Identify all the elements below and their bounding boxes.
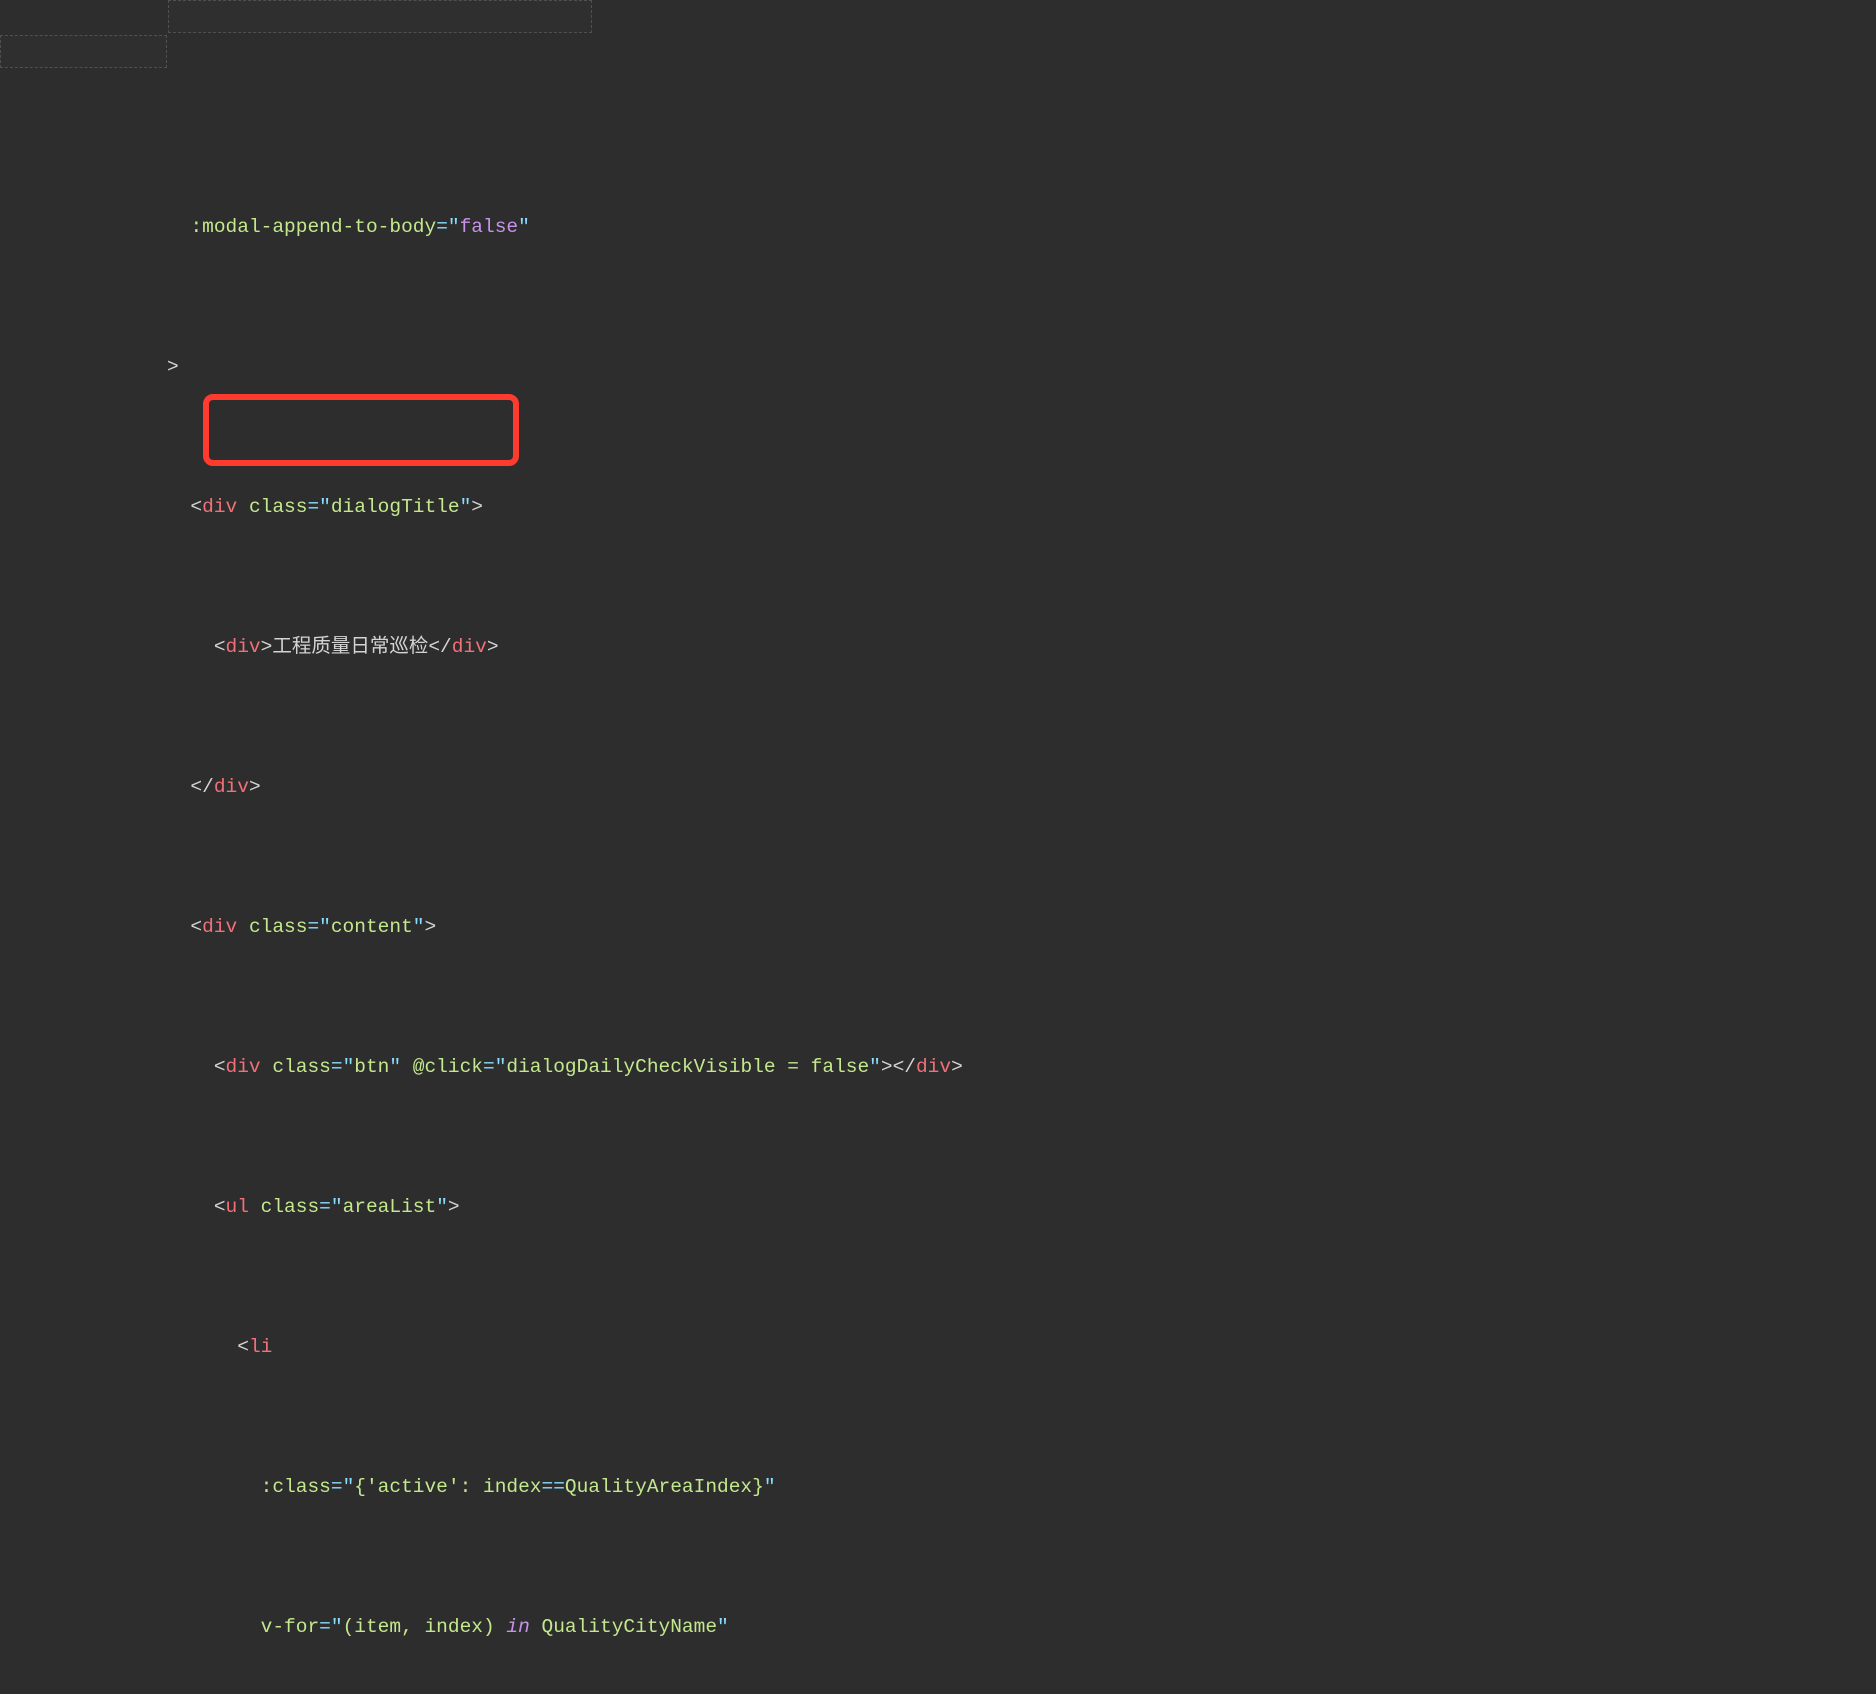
selection-box-2 <box>0 35 167 68</box>
red-annotation-box <box>203 394 519 466</box>
selection-box-1 <box>168 0 592 33</box>
code-editor[interactable]: :modal-append-to-body="false" > <div cla… <box>0 0 1876 1694</box>
code-line[interactable]: > <box>50 350 1876 385</box>
code-line[interactable]: v-for="(item, index) in QualityCityName" <box>50 1610 1876 1645</box>
code-line[interactable]: <ul class="areaList"> <box>50 1190 1876 1225</box>
code-line[interactable]: </div> <box>50 770 1876 805</box>
code-line[interactable]: :class="{'active': index==QualityAreaInd… <box>50 1470 1876 1505</box>
code-line[interactable]: <li <box>50 1330 1876 1365</box>
code-line[interactable]: <div class="btn" @click="dialogDailyChec… <box>50 1050 1876 1085</box>
code-line[interactable]: <div class="content"> <box>50 910 1876 945</box>
code-line[interactable]: <div>工程质量日常巡检</div> <box>50 630 1876 665</box>
code-line[interactable]: <div class="dialogTitle"> <box>50 490 1876 525</box>
code-line[interactable]: :modal-append-to-body="false" <box>50 210 1876 245</box>
